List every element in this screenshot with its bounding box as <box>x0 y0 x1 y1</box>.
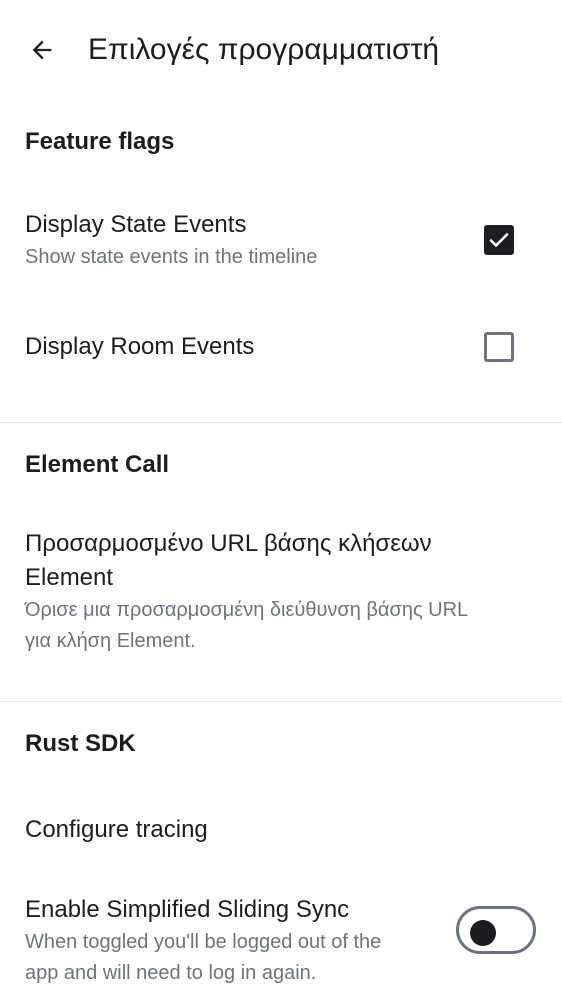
simplified-sliding-sync-subtitle-line1: When toggled you'll be logged out of the <box>25 931 382 953</box>
display-state-events-title: Display State Events <box>25 211 247 238</box>
section-title-feature-flags: Feature flags <box>25 128 175 155</box>
custom-url-subtitle-line2: για κλήση Element. <box>25 630 196 652</box>
simplified-sliding-sync-title: Enable Simplified Sliding Sync <box>25 896 350 923</box>
simplified-sliding-sync-toggle[interactable] <box>456 906 536 954</box>
section-title-rust-sdk: Rust SDK <box>25 730 136 757</box>
section-title-element-call: Element Call <box>25 451 170 478</box>
display-state-events-subtitle: Show state events in the timeline <box>25 246 318 268</box>
simplified-sliding-sync-subtitle-line2: app and will need to log in again. <box>25 962 317 984</box>
divider <box>0 701 562 702</box>
back-button[interactable] <box>18 26 66 74</box>
custom-url-title-line2: Element <box>25 564 114 591</box>
page-title: Επιλογές προγραμματιστή <box>88 33 440 66</box>
custom-url-title-line1: Προσαρμοσμένο URL βάσης κλήσεων <box>25 530 432 557</box>
top-app-bar: Επιλογές προγραμματιστή <box>0 0 562 100</box>
checkmark-icon <box>489 233 509 247</box>
configure-tracing-item[interactable]: Configure tracing <box>25 816 208 844</box>
display-room-events-checkbox[interactable] <box>484 332 514 362</box>
custom-url-subtitle-line1: Όρισε μια προσαρμοσμένη διεύθυνση βάσης … <box>25 599 469 621</box>
display-state-events-checkbox[interactable] <box>484 225 514 255</box>
divider <box>0 422 562 423</box>
arrow-left-icon <box>32 40 52 60</box>
toggle-knob <box>470 920 496 946</box>
display-room-events-title: Display Room Events <box>25 333 255 360</box>
